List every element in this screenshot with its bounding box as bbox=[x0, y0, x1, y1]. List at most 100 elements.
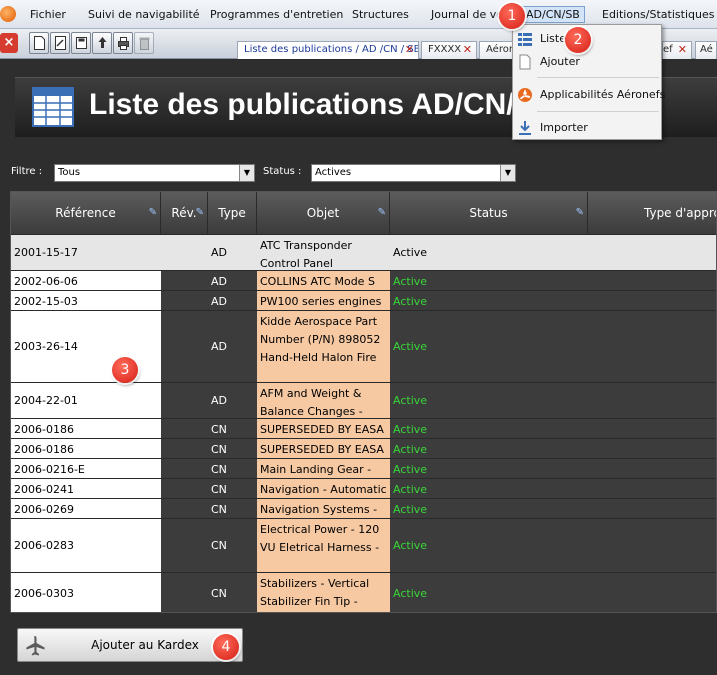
add-to-kardex-button[interactable]: Ajouter au Kardex bbox=[17, 628, 243, 662]
status-label: Status : bbox=[263, 166, 302, 177]
delete-button[interactable] bbox=[134, 32, 154, 54]
menu-item-label: Applicabilités Aéronefs bbox=[540, 88, 666, 101]
cell-objet: AFM and Weight & Balance Changes - bbox=[257, 383, 390, 418]
edit-button[interactable] bbox=[50, 32, 70, 54]
cell-type-approbation bbox=[588, 479, 716, 498]
cell-reference: 2006-0186 bbox=[11, 419, 161, 438]
menu-separator bbox=[537, 77, 659, 78]
new-document-icon bbox=[519, 54, 531, 70]
menu-item-importer[interactable]: Importer bbox=[513, 116, 661, 140]
download-icon bbox=[519, 121, 531, 135]
cell-type: CN bbox=[208, 519, 257, 572]
cell-type-approbation bbox=[588, 271, 716, 290]
pin-icon[interactable]: ✎ bbox=[149, 192, 157, 234]
cell-revision bbox=[161, 439, 208, 458]
tab-ae[interactable]: Aé bbox=[695, 41, 717, 59]
menu-item-ajouter[interactable]: Ajouter bbox=[513, 50, 661, 74]
cell-status: Active bbox=[390, 271, 588, 290]
column-header-objet[interactable]: Objet ✎ bbox=[257, 192, 390, 234]
save-button[interactable] bbox=[71, 32, 91, 54]
filter-select-value: Tous bbox=[58, 167, 81, 178]
cell-reference: 2001-15-17 bbox=[11, 235, 161, 270]
new-document-icon bbox=[34, 36, 45, 50]
menu-structures[interactable]: Structures bbox=[352, 0, 409, 29]
new-document-button[interactable] bbox=[29, 32, 49, 54]
propeller-icon bbox=[518, 88, 532, 102]
cell-type-approbation bbox=[588, 573, 716, 612]
cell-type-approbation bbox=[588, 519, 716, 572]
chevron-down-icon[interactable]: ▼ bbox=[500, 165, 515, 181]
airplane-icon bbox=[26, 636, 45, 656]
cell-status: Active bbox=[390, 419, 588, 438]
cell-type-approbation bbox=[588, 291, 716, 310]
cell-objet: Navigation - Automatic bbox=[257, 479, 390, 498]
app-logo-icon[interactable] bbox=[0, 6, 16, 22]
pin-icon[interactable]: ✎ bbox=[196, 192, 204, 234]
table-row[interactable]: 2006-0216-E CN Main Landing Gear - Activ… bbox=[11, 458, 716, 478]
column-header-revision[interactable]: Rév. ✎ bbox=[161, 192, 208, 234]
column-header-type-approbation[interactable]: Type d'appro bbox=[588, 192, 716, 234]
cell-revision bbox=[161, 573, 208, 612]
callout-badge-2: 2 bbox=[565, 27, 591, 53]
column-header-status[interactable]: Status ✎ bbox=[390, 192, 588, 234]
menu-programmes-entretien[interactable]: Programmes d'entretien bbox=[210, 0, 343, 29]
table-row[interactable]: 2006-0269 CN Navigation Systems - Active bbox=[11, 498, 716, 518]
filter-select[interactable]: Tous ▼ bbox=[54, 164, 255, 182]
cell-revision bbox=[161, 311, 208, 382]
tab-close-icon[interactable]: ✕ bbox=[463, 42, 472, 58]
cell-reference: 2006-0186 bbox=[11, 439, 161, 458]
table-row[interactable]: 2001-15-17 AD ATC Transponder Control Pa… bbox=[11, 234, 716, 270]
cell-objet: SUPERSEDED BY EASA bbox=[257, 439, 390, 458]
table-row[interactable]: 2002-15-03 AD PW100 series engines Activ… bbox=[11, 290, 716, 310]
table-row[interactable]: 2006-0241 CN Navigation - Automatic Acti… bbox=[11, 478, 716, 498]
tab-aeronef[interactable]: Aérone bbox=[479, 41, 513, 59]
cell-objet: Main Landing Gear - bbox=[257, 459, 390, 478]
pin-icon[interactable]: ✎ bbox=[378, 192, 386, 234]
cell-objet: ATC Transponder Control Panel bbox=[257, 235, 390, 270]
close-icon[interactable]: × bbox=[0, 33, 18, 53]
cell-objet: SUPERSEDED BY EASA bbox=[257, 419, 390, 438]
cell-reference: 2006-0216-E bbox=[11, 459, 161, 478]
print-button[interactable] bbox=[113, 32, 133, 54]
tab-close-icon[interactable]: ✕ bbox=[405, 42, 414, 58]
cell-status: Active bbox=[390, 235, 588, 270]
export-button[interactable] bbox=[92, 32, 112, 54]
table-row[interactable]: 2006-0186 CN SUPERSEDED BY EASA Active bbox=[11, 438, 716, 458]
menu-item-applicabilites[interactable]: Applicabilités Aéronefs bbox=[513, 83, 665, 107]
cell-type: AD bbox=[208, 311, 257, 382]
menu-ad-cn-sb[interactable]: AD/CN/SB bbox=[521, 6, 585, 23]
tab-liste-publications[interactable]: Liste des publications / AD /CN / SB ✕ bbox=[237, 41, 419, 59]
table-row[interactable]: 2006-0186 CN SUPERSEDED BY EASA Active bbox=[11, 418, 716, 438]
cell-type: AD bbox=[208, 235, 257, 270]
tab-label: FXXXX bbox=[428, 44, 462, 55]
chevron-down-icon[interactable]: ▼ bbox=[239, 165, 254, 181]
cell-revision bbox=[161, 291, 208, 310]
tab-fxxxx[interactable]: FXXXX ✕ bbox=[421, 41, 477, 59]
menu-journal-de-vol[interactable]: Journal de vol bbox=[431, 0, 506, 29]
cell-status: Active bbox=[390, 291, 588, 310]
tab-ef[interactable]: ef ✕ bbox=[662, 41, 692, 59]
column-header-reference[interactable]: Référence ✎ bbox=[11, 192, 161, 234]
cell-objet: Navigation Systems - bbox=[257, 499, 390, 518]
table-row[interactable]: 2006-0283 CN Electrical Power - 120 VU E… bbox=[11, 518, 716, 572]
menu-fichier[interactable]: Fichier bbox=[30, 0, 66, 29]
menu-suivi-navigabilite[interactable]: Suivi de navigabilité bbox=[88, 0, 200, 29]
column-header-type[interactable]: Type bbox=[208, 192, 257, 234]
cell-type: CN bbox=[208, 439, 257, 458]
status-select[interactable]: Actives ▼ bbox=[311, 164, 516, 182]
cell-status: Active bbox=[390, 573, 588, 612]
table-row[interactable]: 2004-22-01 AD AFM and Weight & Balance C… bbox=[11, 382, 716, 418]
filter-label: Filtre : bbox=[11, 166, 43, 177]
table-row[interactable]: 2002-06-06 AD COLLINS ATC Mode S Active bbox=[11, 270, 716, 290]
callout-badge-3: 3 bbox=[112, 357, 138, 383]
tab-close-icon[interactable]: ✕ bbox=[678, 42, 687, 58]
publications-grid: Référence ✎ Rév. ✎ Type Objet ✎ Status ✎ Typ… bbox=[10, 191, 717, 613]
cell-type: CN bbox=[208, 499, 257, 518]
cell-objet: COLLINS ATC Mode S bbox=[257, 271, 390, 290]
cell-type: AD bbox=[208, 291, 257, 310]
cell-revision bbox=[161, 235, 208, 270]
pin-icon[interactable]: ✎ bbox=[576, 192, 584, 234]
table-row[interactable]: 2006-0303 CN Stabilizers - Vertical Stab… bbox=[11, 572, 716, 612]
cell-status: Active bbox=[390, 459, 588, 478]
page-title: Liste des publications AD/CN/SB bbox=[89, 88, 557, 121]
